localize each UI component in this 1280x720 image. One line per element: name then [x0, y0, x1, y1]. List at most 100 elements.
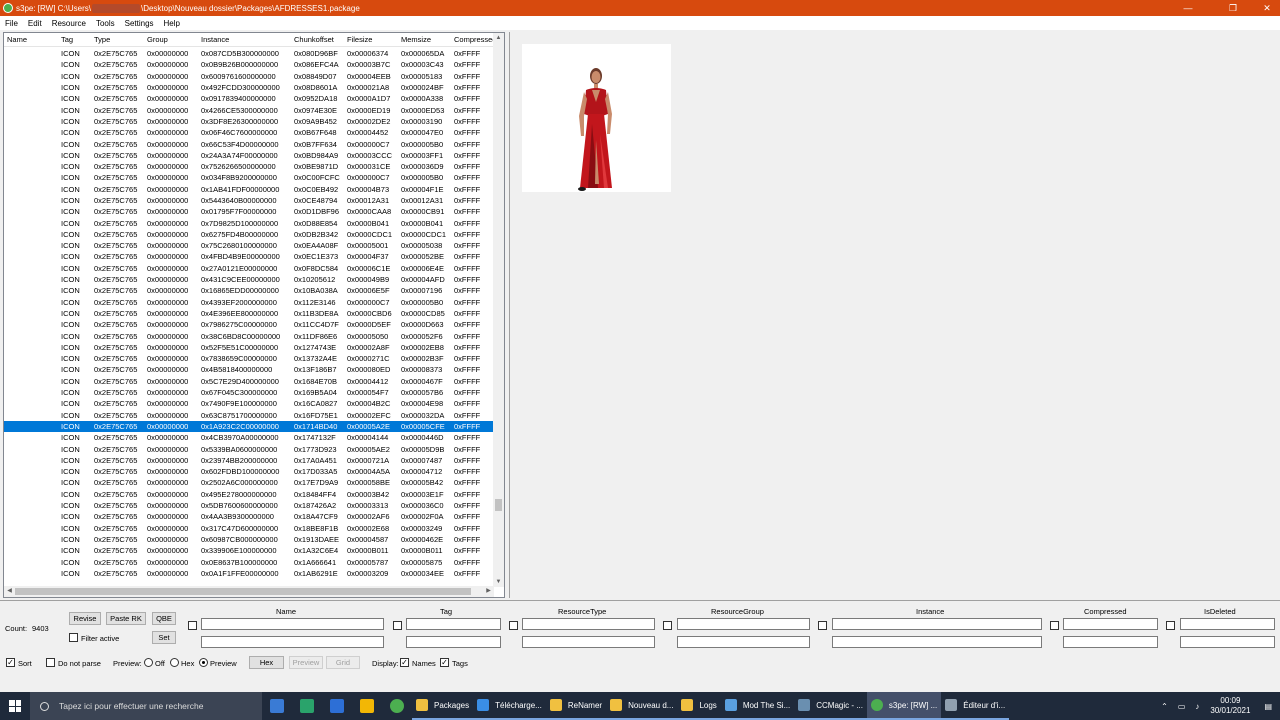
menu-resource[interactable]: Resource — [47, 19, 91, 28]
table-row[interactable]: ICON 0x2E75C765 0x00000000 0x4E396EE8000000… — [4, 308, 494, 319]
table-row[interactable]: ICON 0x2E75C765 0x00000000 0x1A923C2C000000… — [4, 420, 494, 433]
table-row[interactable]: ICON 0x2E75C765 0x00000000 0x27A0121E000000… — [4, 263, 494, 274]
filter-compressed-input-2[interactable] — [1063, 636, 1158, 648]
table-row[interactable]: ICON 0x2E75C765 0x00000000 0x7D9825D1000000… — [4, 217, 494, 228]
table-row[interactable]: ICON 0x2E75C765 0x00000000 0x034F8B92000000… — [4, 172, 494, 183]
column-header-filesize[interactable]: Filesize — [344, 34, 398, 45]
sort-checkbox[interactable]: ✓ — [6, 658, 15, 667]
task-editeur-image[interactable]: Éditeur d'i... — [941, 692, 1010, 720]
table-row[interactable]: ICON 0x2E75C765 0x00000000 0x339906E1000000… — [4, 545, 494, 556]
filter-active-checkbox[interactable] — [69, 633, 78, 642]
table-row[interactable]: ICON 0x2E75C765 0x00000000 0x5339BA06000000… — [4, 443, 494, 454]
taskbar-search[interactable]: Tapez ici pour effectuer une recherche — [30, 692, 262, 720]
filter-name-checkbox[interactable] — [188, 621, 197, 630]
set-button[interactable]: Set — [152, 631, 176, 644]
table-row[interactable]: ICON 0x2E75C765 0x00000000 0x1AB41FDF000000… — [4, 184, 494, 195]
pinned-lightning-icon[interactable] — [352, 692, 382, 720]
filter-name-input[interactable] — [201, 618, 384, 630]
filter-instance-input[interactable] — [832, 618, 1042, 630]
tags-checkbox[interactable]: ✓ — [440, 658, 449, 667]
scroll-right-icon[interactable]: ▶ — [483, 586, 494, 597]
table-row[interactable]: ICON 0x2E75C765 0x00000000 0x4266CE53000000… — [4, 104, 494, 115]
task-s3pe[interactable]: s3pe: [RW] ... — [866, 692, 942, 720]
column-header-compressed[interactable]: Compressed — [451, 34, 494, 45]
table-row[interactable]: ICON 0x2E75C765 0x00000000 0x602FDBD1000000… — [4, 466, 494, 477]
table-row[interactable]: ICON 0x2E75C765 0x00000000 0x431C9CEE000000… — [4, 274, 494, 285]
paste-rk-button[interactable]: Paste RK — [106, 612, 146, 625]
filter-tag-checkbox[interactable] — [393, 621, 402, 630]
table-row[interactable]: ICON 0x2E75C765 0x00000000 0x38C6BD8C000000… — [4, 330, 494, 341]
table-row[interactable]: ICON 0x2E75C765 0x00000000 0x60987CB0000000… — [4, 534, 494, 545]
table-row[interactable]: ICON 0x2E75C765 0x00000000 0x67F045C3000000… — [4, 387, 494, 398]
preview-hex-radio[interactable] — [170, 658, 179, 667]
table-row[interactable]: ICON 0x2E75C765 0x00000000 0x7838659C000000… — [4, 353, 494, 364]
table-row[interactable]: ICON 0x2E75C765 0x00000000 0x4B581840000000… — [4, 364, 494, 375]
table-row[interactable]: ICON 0x2E75C765 0x00000000 0x63C87517000000… — [4, 410, 494, 421]
minimize-button[interactable]: — — [1175, 0, 1201, 16]
table-row[interactable]: ICON 0x2E75C765 0x00000000 0x01795F7F000000… — [4, 206, 494, 217]
task-renamer[interactable]: ReNamer — [545, 692, 607, 720]
do-not-parse-checkbox[interactable] — [46, 658, 55, 667]
vertical-scrollbar[interactable]: ▲ ▼ — [493, 33, 504, 587]
start-button[interactable] — [0, 692, 30, 720]
pinned-blue-app-icon[interactable] — [322, 692, 352, 720]
task-logs[interactable]: Logs — [677, 692, 721, 720]
notifications-icon[interactable]: ▤ — [1264, 702, 1272, 711]
table-row[interactable]: ICON 0x2E75C765 0x00000000 0x09178394000000… — [4, 93, 494, 104]
preview-preview-radio[interactable] — [199, 658, 208, 667]
menu-settings[interactable]: Settings — [120, 19, 159, 28]
qbe-button[interactable]: QBE — [152, 612, 176, 625]
table-row[interactable]: ICON 0x2E75C765 0x00000000 0x4FBD4B9E000000… — [4, 251, 494, 262]
filter-isdeleted-input-2[interactable] — [1180, 636, 1275, 648]
hex-button[interactable]: Hex — [249, 656, 284, 669]
column-header-chunkoffset[interactable]: Chunkoffset — [291, 34, 344, 45]
column-header-tag[interactable]: Tag — [58, 34, 91, 45]
names-checkbox[interactable]: ✓ — [400, 658, 409, 667]
menu-file[interactable]: File — [0, 19, 23, 28]
table-row[interactable]: ICON 0x2E75C765 0x00000000 0x495E2780000000… — [4, 489, 494, 500]
filter-resourcegroup-input-2[interactable] — [677, 636, 810, 648]
table-row[interactable]: ICON 0x2E75C765 0x00000000 0x75262665000000… — [4, 161, 494, 172]
table-row[interactable]: ICON 0x2E75C765 0x00000000 0x5C7E29D4000000… — [4, 376, 494, 387]
table-row[interactable]: ICON 0x2E75C765 0x00000000 0x0A1F1FFE000000… — [4, 568, 494, 579]
column-header-name[interactable]: Name — [4, 34, 58, 45]
filter-name-input-2[interactable] — [201, 636, 384, 648]
network-icon[interactable]: ▭ — [1178, 702, 1186, 711]
grid-button[interactable]: Grid — [326, 656, 360, 669]
table-row[interactable]: ICON 0x2E75C765 0x00000000 0x2502A6C0000000… — [4, 477, 494, 488]
column-header-type[interactable]: Type — [91, 34, 144, 45]
filter-tag-input[interactable] — [406, 618, 501, 630]
table-row[interactable]: ICON 0x2E75C765 0x00000000 0x24A3A74F000000… — [4, 150, 494, 161]
menu-tools[interactable]: Tools — [91, 19, 120, 28]
preview-button[interactable]: Preview — [289, 656, 323, 669]
scroll-up-icon[interactable]: ▲ — [493, 33, 504, 43]
preview-off-radio[interactable] — [144, 658, 153, 667]
table-row[interactable]: ICON 0x2E75C765 0x00000000 0x23974BB2000000… — [4, 455, 494, 466]
volume-icon[interactable]: ♪ — [1195, 702, 1199, 711]
vertical-scroll-thumb[interactable] — [495, 499, 502, 511]
table-row[interactable]: ICON 0x2E75C765 0x00000000 0x7986275C000000… — [4, 319, 494, 330]
column-header-group[interactable]: Group — [144, 34, 198, 45]
menu-help[interactable]: Help — [159, 19, 185, 28]
maximize-button[interactable]: ❐ — [1220, 0, 1246, 16]
horizontal-scroll-thumb[interactable] — [15, 588, 471, 595]
filter-compressed-input[interactable] — [1063, 618, 1158, 630]
menu-edit[interactable]: Edit — [23, 19, 47, 28]
table-row[interactable]: ICON 0x2E75C765 0x00000000 0x60097616000000… — [4, 71, 494, 82]
scroll-left-icon[interactable]: ◀ — [4, 586, 15, 597]
filter-tag-input-2[interactable] — [406, 636, 501, 648]
task-packages[interactable]: Packages — [412, 692, 474, 720]
revise-button[interactable]: Revise — [69, 612, 101, 625]
task-nouveau-dossier[interactable]: Nouveau d... — [606, 692, 678, 720]
table-row[interactable]: ICON 0x2E75C765 0x00000000 0x7490F9E1000000… — [4, 398, 494, 409]
table-row[interactable]: ICON 0x2E75C765 0x00000000 0x0B9B26B0000000… — [4, 59, 494, 70]
task-ccmagic[interactable]: CCMagic - ... — [794, 692, 867, 720]
table-row[interactable]: ICON 0x2E75C765 0x00000000 0x06F46C76000000… — [4, 127, 494, 138]
table-row[interactable]: ICON 0x2E75C765 0x00000000 0x4AA3B930000000… — [4, 511, 494, 522]
table-row[interactable]: ICON 0x2E75C765 0x00000000 0x4393EF20000000… — [4, 297, 494, 308]
task-telechargements[interactable]: Télécharge... — [473, 692, 546, 720]
filter-resourcetype-input-2[interactable] — [522, 636, 655, 648]
chevron-up-icon[interactable]: ⌃ — [1161, 702, 1168, 711]
resource-list[interactable]: Name Tag Type Group Instance Chunkoffset… — [3, 32, 505, 598]
table-row[interactable]: ICON 0x2E75C765 0x00000000 0x4CB3970A000000… — [4, 432, 494, 443]
